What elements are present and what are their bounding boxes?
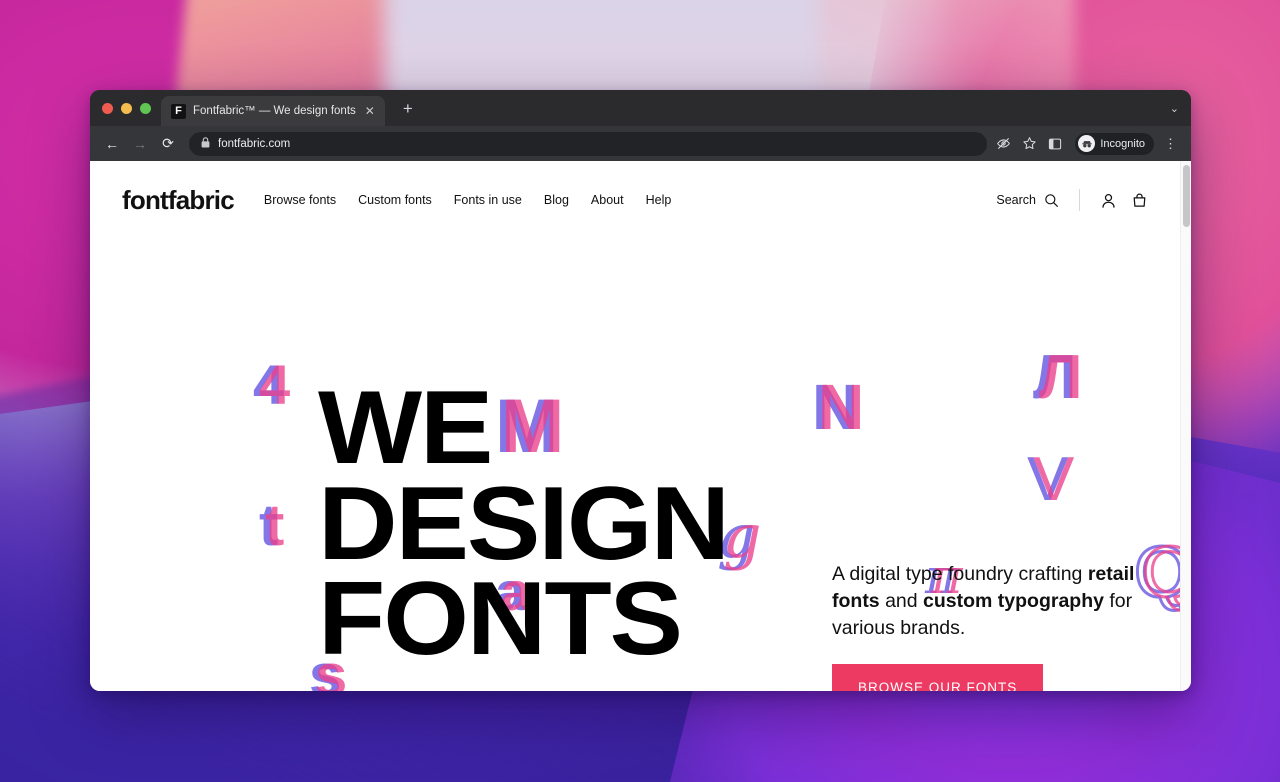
hero-headline-line-2: DESIGN [318, 465, 730, 582]
back-button[interactable]: ← [100, 132, 124, 156]
nav-item-custom-fonts[interactable]: Custom fonts [358, 193, 432, 207]
page-viewport: fontfabric Browse fonts Custom fonts Fon… [90, 161, 1191, 691]
search-label: Search [996, 193, 1036, 207]
glyph-layer-pink: t [265, 493, 285, 558]
browser-tab[interactable]: F Fontfabric™ — We design fonts ✕ [161, 96, 385, 126]
tagline-mid: and [879, 589, 924, 612]
tab-strip: F Fontfabric™ — We design fonts ✕ + ⌄ [90, 90, 1191, 126]
forward-button[interactable]: → [128, 132, 152, 156]
cart-bag-icon[interactable] [1131, 192, 1148, 209]
side-panel-icon[interactable] [1043, 132, 1067, 156]
site-logo[interactable]: fontfabric [122, 185, 235, 216]
tab-strip-right: ⌄ [1170, 90, 1191, 126]
nav-item-about[interactable]: About [591, 193, 624, 207]
page-scrollbar[interactable] [1180, 161, 1191, 691]
incognito-label: Incognito [1100, 137, 1145, 150]
favicon-fontfabric: F [171, 103, 186, 119]
glyph-layer-pink: N [818, 371, 865, 443]
glyph-layer-pink: g [723, 502, 762, 572]
close-tab-icon[interactable]: ✕ [363, 103, 377, 119]
search-icon [1044, 193, 1059, 208]
reload-button[interactable]: ⟳ [156, 132, 180, 156]
lock-icon [201, 137, 210, 150]
nav-item-browse-fonts[interactable]: Browse fonts [264, 193, 336, 207]
nav-item-help[interactable]: Help [646, 193, 672, 207]
hide-tracking-icon[interactable] [991, 132, 1015, 156]
browser-window: F Fontfabric™ — We design fonts ✕ + ⌄ ← … [90, 90, 1191, 691]
nav-item-fonts-in-use[interactable]: Fonts in use [454, 193, 522, 207]
nav-item-blog[interactable]: Blog [544, 193, 569, 207]
main-navigation: Browse fonts Custom fonts Fonts in use B… [264, 193, 671, 207]
chevron-down-icon[interactable]: ⌄ [1170, 102, 1179, 115]
fontfabric-page: fontfabric Browse fonts Custom fonts Fon… [90, 161, 1191, 691]
hero-tagline: A digital type foundry crafting retail f… [832, 561, 1162, 642]
tagline-bold-custom-typography: custom typography [923, 589, 1104, 612]
account-icon[interactable] [1100, 192, 1117, 209]
hero-headline-line-3: FONTS [318, 561, 683, 678]
address-bar[interactable]: fontfabric.com [189, 131, 988, 156]
bookmark-star-icon[interactable] [1017, 132, 1041, 156]
toolbar-right: Incognito ⋮ [991, 132, 1181, 156]
browse-our-fonts-button[interactable]: BROWSE OUR FONTS [832, 663, 1044, 691]
incognito-indicator[interactable]: Incognito [1075, 132, 1154, 155]
new-tab-button[interactable]: + [397, 98, 419, 119]
header-divider [1079, 189, 1080, 211]
incognito-avatar-icon [1078, 135, 1096, 152]
minimize-window-button[interactable] [121, 102, 132, 114]
search-button[interactable]: Search [996, 193, 1059, 208]
maximize-window-button[interactable] [140, 102, 151, 114]
scrollbar-thumb[interactable] [1183, 165, 1190, 227]
site-header: fontfabric Browse fonts Custom fonts Fon… [90, 161, 1180, 239]
window-controls [100, 90, 159, 126]
glyph-layer-pink: Л [1039, 343, 1083, 412]
glyph-layer-pink: 4 [259, 353, 291, 416]
hero-right-column: A digital type foundry crafting retail f… [832, 561, 1162, 691]
url-text: fontfabric.com [218, 137, 291, 150]
header-actions: Search [996, 189, 1148, 211]
close-window-button[interactable] [102, 102, 113, 114]
tab-title: Fontfabric™ — We design fonts [193, 105, 356, 117]
tagline-part-1: A digital type foundry crafting [832, 563, 1088, 585]
glyph-layer-pink: V [1033, 445, 1075, 514]
browser-toolbar: ← → ⟳ fontfabric.com Incognito ⋮ [90, 126, 1191, 161]
hero-headline: WE DESIGN FONTS [318, 376, 730, 671]
hero-headline-line-1: WE [318, 370, 493, 486]
hero-section: 4 4 M M t t s s a a g g N N Л Л V V Q Q … [90, 239, 1191, 691]
browser-menu-icon[interactable]: ⋮ [1160, 136, 1181, 152]
